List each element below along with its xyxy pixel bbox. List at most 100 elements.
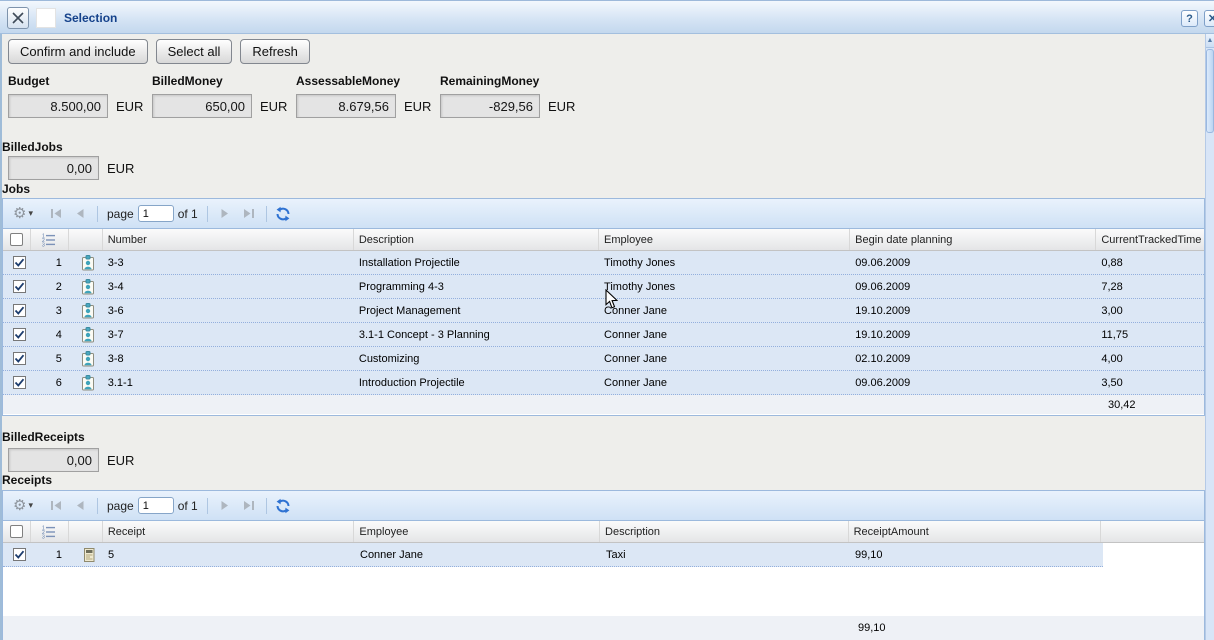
row-checkbox[interactable] — [3, 323, 31, 346]
job-tracked-time: 11,75 — [1096, 323, 1204, 346]
column-header-employee[interactable]: Employee — [354, 521, 600, 542]
job-type-icon-cell — [69, 251, 103, 274]
gear-menu-button[interactable]: ⚙ ▾ — [10, 203, 36, 225]
column-header-receipt-amount[interactable]: ReceiptAmount — [849, 521, 1102, 542]
remaining-money-label: RemainingMoney — [440, 74, 539, 88]
job-tracked-time: 7,28 — [1096, 275, 1204, 298]
column-header-begin-date[interactable]: Begin date planning — [850, 229, 1096, 250]
numbered-list-icon: 123 — [42, 525, 56, 539]
jobs-total-row: 30,42 — [3, 395, 1204, 414]
row-number-column-header[interactable]: 123 — [31, 229, 69, 250]
vertical-scrollbar[interactable]: ▲ — [1205, 34, 1214, 640]
icon-column-header[interactable] — [69, 229, 103, 250]
job-description: Installation Projectile — [354, 251, 599, 274]
row-checkbox[interactable] — [3, 543, 31, 566]
billed-jobs-label: BilledJobs — [2, 140, 63, 154]
prev-page-icon — [74, 208, 86, 219]
table-row[interactable]: 63.1-1Introduction ProjectileConner Jane… — [3, 371, 1204, 395]
table-row[interactable]: 23-4Programming 4-3Timothy Jones09.06.20… — [3, 275, 1204, 299]
checkbox-icon — [10, 233, 23, 246]
receipt-amount: 99,10 — [850, 543, 1103, 566]
budget-field — [8, 94, 108, 118]
table-row[interactable]: 43-73.1-1 Concept - 3 PlanningConner Jan… — [3, 323, 1204, 347]
receipts-total-value: 99,10 — [858, 622, 886, 634]
grid-refresh-button[interactable] — [272, 495, 294, 517]
billed-receipts-field — [8, 448, 99, 472]
column-header-employee[interactable]: Employee — [599, 229, 850, 250]
column-header-description[interactable]: Description — [600, 521, 849, 542]
first-page-button[interactable] — [44, 204, 68, 224]
table-row[interactable]: 33-6Project ManagementConner Jane19.10.2… — [3, 299, 1204, 323]
row-checkbox[interactable] — [3, 347, 31, 370]
close-button[interactable] — [7, 7, 29, 29]
job-type-icon-cell — [69, 371, 103, 394]
table-row[interactable]: 53-8CustomizingConner Jane02.10.20094,00 — [3, 347, 1204, 371]
row-number: 5 — [31, 347, 69, 370]
job-number: 3.1-1 — [103, 371, 354, 394]
column-header-number[interactable]: Number — [103, 229, 354, 250]
next-page-button[interactable] — [213, 204, 237, 224]
window-titlebar: Selection ? ✕ — [0, 0, 1214, 34]
refresh-icon — [275, 206, 291, 222]
last-page-button[interactable] — [237, 496, 261, 516]
jobs-section-label: Jobs — [2, 182, 30, 196]
last-page-button[interactable] — [237, 204, 261, 224]
receipts-grid-empty-area — [3, 567, 1204, 616]
first-page-button[interactable] — [44, 496, 68, 516]
job-description: 3.1-1 Concept - 3 Planning — [354, 323, 599, 346]
table-row[interactable]: 15Conner JaneTaxi99,10 — [3, 543, 1204, 567]
icon-column-header[interactable] — [69, 521, 103, 542]
job-employee: Conner Jane — [599, 299, 850, 322]
refresh-button[interactable]: Refresh — [240, 39, 310, 64]
checkbox-icon — [10, 525, 23, 538]
first-page-icon — [50, 208, 62, 219]
next-page-button[interactable] — [213, 496, 237, 516]
job-begin-date: 09.06.2009 — [850, 251, 1096, 274]
checked-checkbox-icon — [13, 304, 26, 317]
job-begin-date: 09.06.2009 — [850, 275, 1096, 298]
help-button[interactable]: ? — [1181, 10, 1198, 27]
currency-label: EUR — [107, 161, 134, 176]
job-description: Introduction Projectile — [354, 371, 599, 394]
row-number-column-header[interactable]: 123 — [31, 521, 69, 542]
scroll-up-icon: ▲ — [1207, 37, 1214, 44]
select-all-checkbox[interactable] — [3, 521, 31, 542]
window-title: Selection — [64, 11, 117, 25]
column-header-description[interactable]: Description — [354, 229, 599, 250]
row-checkbox[interactable] — [3, 371, 31, 394]
select-all-button[interactable]: Select all — [156, 39, 233, 64]
row-checkbox[interactable] — [3, 299, 31, 322]
job-type-icon-cell — [69, 299, 103, 322]
scrollbar-thumb[interactable] — [1206, 49, 1214, 133]
job-employee: Timothy Jones — [599, 275, 850, 298]
gear-menu-button[interactable]: ⚙ ▾ — [10, 495, 36, 517]
grid-refresh-button[interactable] — [272, 203, 294, 225]
job-begin-date: 09.06.2009 — [850, 371, 1096, 394]
row-number: 6 — [31, 371, 69, 394]
employee-badge-icon — [80, 255, 96, 271]
row-number: 1 — [31, 251, 69, 274]
receipts-page-input[interactable] — [138, 497, 174, 514]
job-number: 3-4 — [103, 275, 354, 298]
scroll-up-button[interactable]: ▲ — [1206, 34, 1214, 48]
select-all-checkbox[interactable] — [3, 229, 31, 250]
row-checkbox[interactable] — [3, 275, 31, 298]
edge-close-button[interactable]: ✕ — [1204, 10, 1214, 27]
column-header-tracked-time[interactable]: CurrentTrackedTime — [1096, 229, 1204, 250]
row-checkbox[interactable] — [3, 251, 31, 274]
checked-checkbox-icon — [13, 256, 26, 269]
column-header-receipt[interactable]: Receipt — [103, 521, 355, 542]
confirm-and-include-button[interactable]: Confirm and include — [8, 39, 148, 64]
prev-page-button[interactable] — [68, 496, 92, 516]
prev-page-button[interactable] — [68, 204, 92, 224]
billed-receipts-label: BilledReceipts — [2, 430, 85, 444]
remaining-money-field — [440, 94, 540, 118]
job-description: Customizing — [354, 347, 599, 370]
receipts-grid-header: 123 Receipt Employee Description Receipt… — [3, 521, 1204, 543]
job-description: Project Management — [354, 299, 599, 322]
jobs-page-input[interactable] — [138, 205, 174, 222]
jobs-grid-toolbar: ⚙ ▾ page of 1 — [3, 199, 1204, 229]
jobs-grid: ⚙ ▾ page of 1 123 Number Description Emp… — [2, 198, 1205, 416]
row-number: 4 — [31, 323, 69, 346]
table-row[interactable]: 13-3Installation ProjectileTimothy Jones… — [3, 251, 1204, 275]
